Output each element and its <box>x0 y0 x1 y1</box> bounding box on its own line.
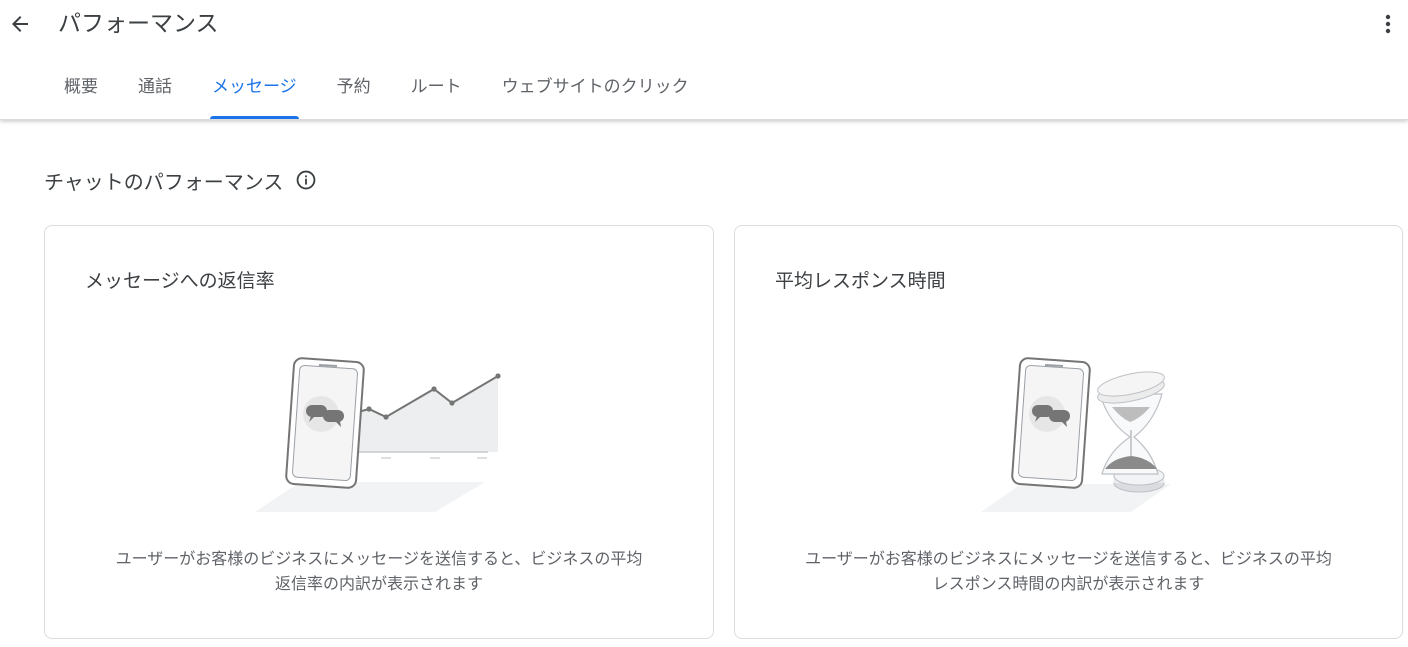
card-title: メッセージへの返信率 <box>85 270 275 292</box>
phone-hourglass-illustration <box>981 357 1171 512</box>
description-line: レスポンス時間の内訳が表示されます <box>932 574 1205 593</box>
page-title: パフォーマンス <box>58 11 219 37</box>
info-icon <box>297 170 316 190</box>
tab-calls[interactable]: 通話 <box>118 64 192 120</box>
phone-chat-trend-illustration <box>255 357 501 512</box>
tab-bar: 概要 通話 メッセージ 予約 ルート ウェブサイトのクリック <box>44 64 709 120</box>
card-title: 平均レスポンス時間 <box>775 270 946 292</box>
card-description: ユーザーがお客様のビジネスにメッセージを送信すると、ビジネスの平均 レスポンス時… <box>755 546 1382 596</box>
tab-directions[interactable]: ルート <box>391 64 482 120</box>
description-line: ユーザーがお客様のビジネスにメッセージを送信すると、ビジネスの平均 <box>115 549 643 568</box>
more-options-button[interactable] <box>1374 8 1402 40</box>
tab-website-clicks[interactable]: ウェブサイトのクリック <box>482 64 709 120</box>
info-button[interactable] <box>294 168 318 192</box>
tab-bookings[interactable]: 予約 <box>317 64 391 120</box>
tab-messages[interactable]: メッセージ <box>192 64 317 120</box>
description-line: ユーザーがお客様のビジネスにメッセージを送信すると、ビジネスの平均 <box>805 549 1332 568</box>
reply-rate-card: メッセージへの返信率 ユーザーがお客様のビジネスにメッセージを送信すると、ビジネ… <box>44 225 714 639</box>
tab-overview[interactable]: 概要 <box>44 64 118 120</box>
section-heading: チャットのパフォーマンス <box>44 164 318 196</box>
card-description: ユーザーがお客様のビジネスにメッセージを送信すると、ビジネスの平均 返信率の内訳… <box>65 546 693 596</box>
response-time-card: 平均レスポンス時間 ユーザーがお客様のビジネスにメッセージを送信すると、ビジネス… <box>734 225 1403 639</box>
arrow-back-icon <box>12 16 28 32</box>
description-line: 返信率の内訳が表示されます <box>274 574 483 593</box>
section-title: チャットのパフォーマンス <box>44 169 284 194</box>
more-vert-icon <box>1385 14 1391 34</box>
back-button[interactable] <box>4 8 36 40</box>
top-app-bar: パフォーマンス 概要 通話 メッセージ 予約 ルート ウェブサイトのクリック <box>0 0 1408 120</box>
